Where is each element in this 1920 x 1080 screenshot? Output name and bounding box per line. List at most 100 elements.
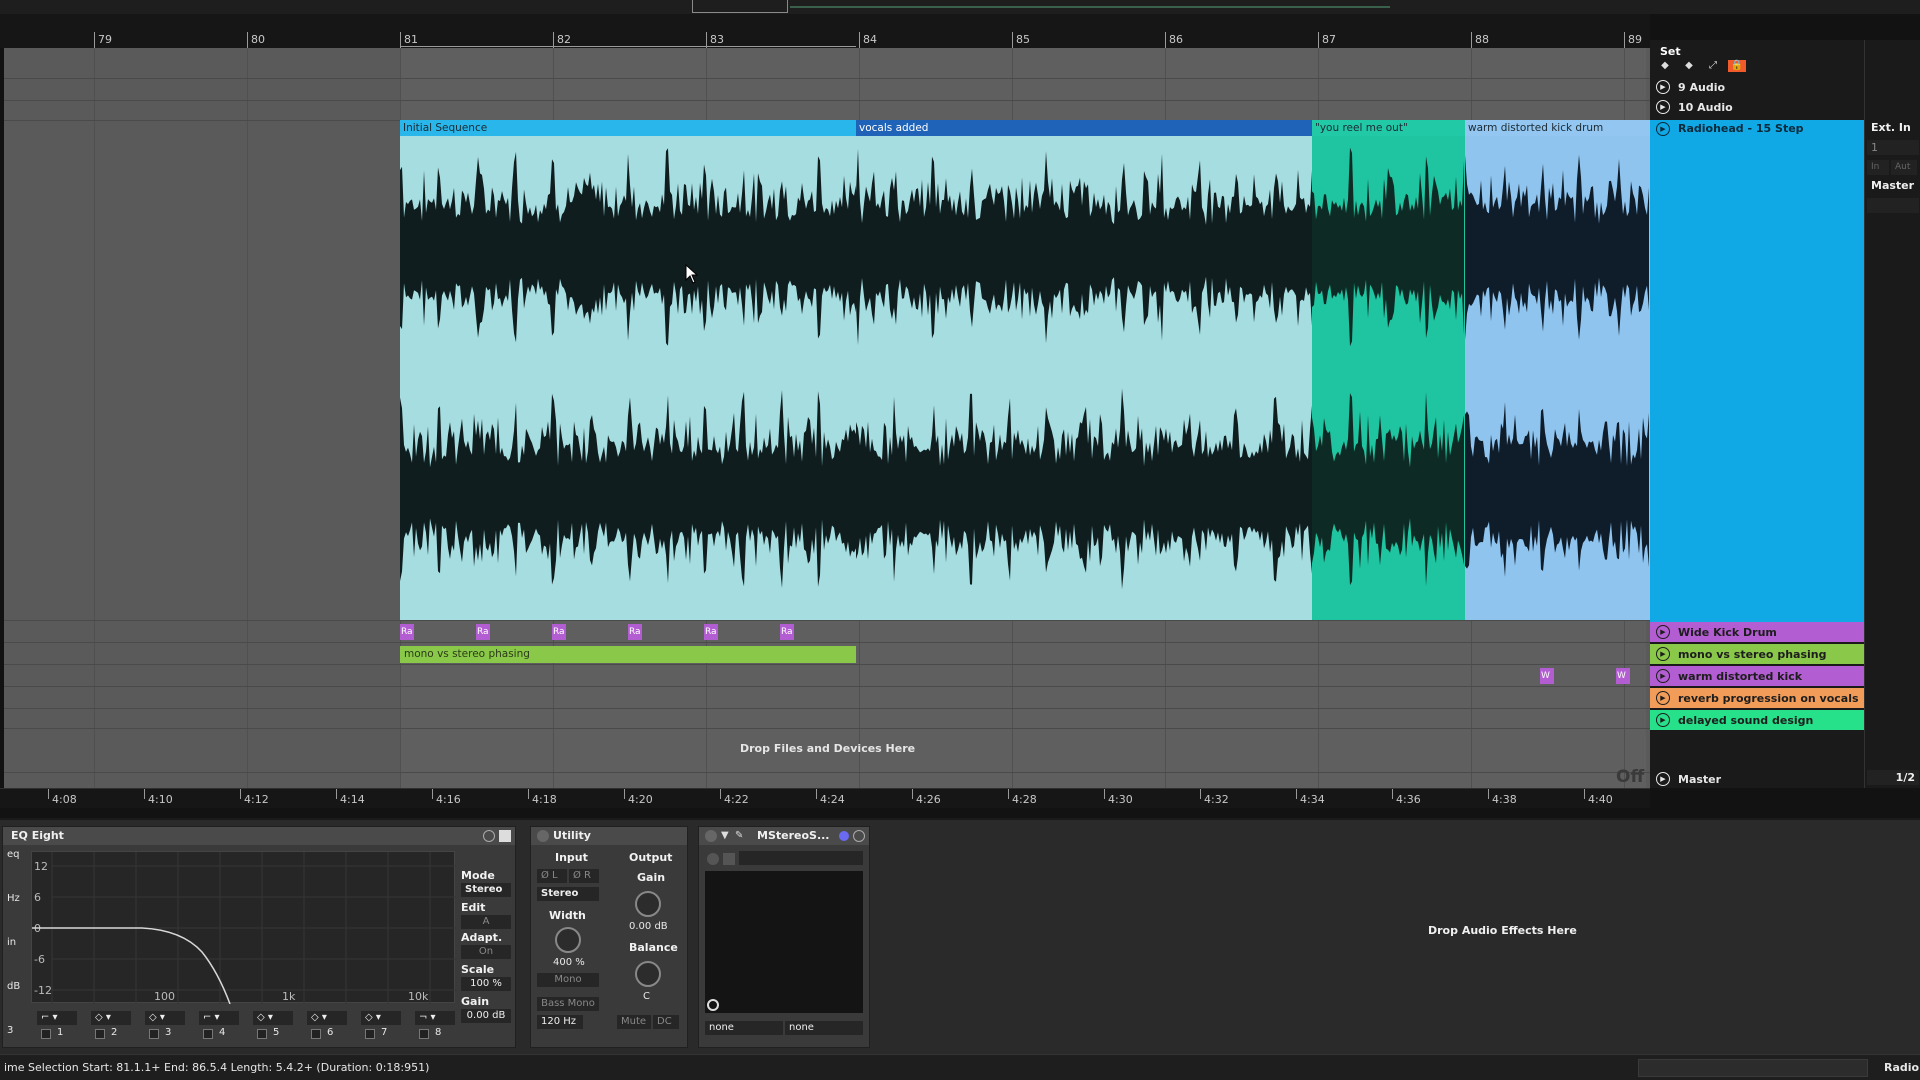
track-header[interactable]: ▶ warm distorted kick <box>1650 666 1864 686</box>
mute-button[interactable]: Mute <box>617 1015 651 1029</box>
bass-mono-freq[interactable]: 120 Hz <box>537 1015 583 1029</box>
hot-swap-icon[interactable] <box>483 830 495 842</box>
eq-band-type-select[interactable]: ◇ ▾ <box>253 1011 293 1025</box>
adapt-q-toggle[interactable]: On <box>461 945 511 959</box>
play-icon[interactable]: ▶ <box>1656 80 1670 94</box>
output-channel[interactable] <box>1867 198 1919 213</box>
play-icon[interactable]: ▶ <box>1656 669 1670 683</box>
expand-icon[interactable]: ⤢ <box>1704 60 1722 72</box>
phase-left-button[interactable]: Ø L <box>537 869 567 883</box>
warm-kick-clip[interactable]: W <box>1540 668 1554 684</box>
play-icon[interactable]: ▶ <box>1656 713 1670 727</box>
track-header[interactable]: ▶ reverb progression on vocals <box>1650 688 1864 708</box>
play-icon[interactable]: ▶ <box>1656 691 1670 705</box>
audio-clip[interactable]: Initial Sequence <box>400 120 856 620</box>
plugin-edit-icon[interactable] <box>723 853 735 865</box>
wide-kick-clip[interactable]: Ra <box>476 624 490 640</box>
audio-clip[interactable]: "you reel me out" <box>1312 120 1465 620</box>
track-header[interactable]: ▶ Wide Kick Drum <box>1650 622 1864 642</box>
play-icon[interactable]: ▶ <box>1656 772 1670 786</box>
phase-right-button[interactable]: Ø R <box>569 869 599 883</box>
eq-band-enable-checkbox[interactable] <box>365 1029 375 1039</box>
mstereo-select-1[interactable]: none <box>705 1021 783 1035</box>
track-header[interactable]: ▶ Radiohead - 15 Step <box>1650 120 1864 640</box>
eq-band-enable-checkbox[interactable] <box>149 1029 159 1039</box>
mono-stereo-clip[interactable]: mono vs stereo phasing <box>400 646 856 663</box>
audio-clip[interactable]: vocals added <box>856 120 1312 620</box>
wide-kick-clip[interactable]: Ra <box>780 624 794 640</box>
input-channel[interactable]: 1 <box>1867 140 1919 155</box>
clip-name[interactable]: "you reel me out" <box>1312 120 1465 136</box>
channel-mode-select[interactable]: Stereo <box>537 887 599 901</box>
eq-band-enable-checkbox[interactable] <box>257 1029 267 1039</box>
eq-band-type-select[interactable]: ◇ ▾ <box>145 1011 185 1025</box>
track-header[interactable]: ▶ 9 Audio <box>1650 78 1864 96</box>
play-icon[interactable]: ▶ <box>1656 100 1670 114</box>
eq-band-enable-checkbox[interactable] <box>203 1029 213 1039</box>
track-header[interactable]: ▶ delayed sound design <box>1650 710 1864 730</box>
play-icon[interactable]: ▶ <box>1656 122 1670 136</box>
edit-select[interactable]: A <box>461 915 511 929</box>
clip-name[interactable]: vocals added <box>856 120 1312 136</box>
scale-value[interactable]: 100 % <box>461 977 511 991</box>
master-ratio[interactable]: 1/2 <box>1867 770 1919 785</box>
eq-band-enable-checkbox[interactable] <box>41 1029 51 1039</box>
eq-band-enable-checkbox[interactable] <box>419 1029 429 1039</box>
plugin-param-bar[interactable] <box>739 851 863 865</box>
beat-ruler[interactable]: 79 80 81 82 83 84 85 86 87 88 89 <box>0 14 1650 48</box>
track-header[interactable]: ▶ mono vs stereo phasing <box>1650 644 1864 664</box>
play-icon[interactable]: ▶ <box>1656 647 1670 661</box>
fold-icon[interactable]: ◆ <box>1656 60 1674 72</box>
dc-button[interactable]: DC <box>653 1015 679 1029</box>
device-power-icon[interactable] <box>537 830 549 842</box>
plugin-corner-knob[interactable] <box>707 999 719 1011</box>
status-field[interactable] <box>1638 1059 1868 1077</box>
lock-icon[interactable]: 🔒 <box>1728 60 1746 72</box>
eq-band-type-select[interactable]: ◇ ▾ <box>307 1011 347 1025</box>
track-header[interactable]: ▶ Master <box>1650 770 1864 788</box>
time-ruler[interactable]: 4:08 4:10 4:12 4:14 4:16 4:18 4:20 4:22 4:24 4:26… <box>0 788 1650 808</box>
wide-kick-clip[interactable]: Ra <box>704 624 718 640</box>
eq-band-type-select[interactable]: ⌐ ▾ <box>37 1011 77 1025</box>
wrench-icon[interactable]: ✎ <box>735 830 743 841</box>
eq-band-type-select[interactable]: ◇ ▾ <box>91 1011 131 1025</box>
eq-band-enable-checkbox[interactable] <box>95 1029 105 1039</box>
width-value[interactable]: 400 % <box>553 957 585 968</box>
mode-select[interactable]: Stereo <box>461 883 511 897</box>
eq-band-enable-checkbox[interactable] <box>311 1029 321 1039</box>
bass-mono-button[interactable]: Bass Mono <box>537 997 599 1011</box>
fold-device-icon[interactable]: ▼ <box>721 830 729 841</box>
mstereo-select-2[interactable]: none <box>785 1021 863 1035</box>
wide-kick-clip[interactable]: Ra <box>628 624 642 640</box>
monitor-auto-button[interactable]: Aut <box>1891 160 1917 175</box>
overview-window[interactable] <box>692 0 788 13</box>
eq-graph[interactable]: 12 6 0 -6 -12 100 1k 10k <box>31 851 456 1005</box>
clip-name[interactable]: Initial Sequence <box>400 120 856 136</box>
mstereo-power-icon[interactable] <box>705 830 717 842</box>
clip-name[interactable]: warm distorted kick drum <box>1465 120 1650 136</box>
utility-gain-value[interactable]: 0.00 dB <box>629 921 668 932</box>
track-header[interactable]: ▶ 10 Audio <box>1650 98 1864 116</box>
eq-band-type-select[interactable]: ¬ ▾ <box>415 1011 455 1025</box>
gain-value[interactable]: 0.00 dB <box>461 1009 511 1023</box>
overview-strip[interactable] <box>0 0 1920 14</box>
eq-band-type-select[interactable]: ◇ ▾ <box>361 1011 401 1025</box>
eq-band-type-select[interactable]: ⌐ ▾ <box>199 1011 239 1025</box>
input-type[interactable]: Ext. In <box>1867 120 1919 135</box>
width-knob[interactable] <box>555 927 581 953</box>
plugin-power-icon[interactable] <box>707 853 719 865</box>
save-preset-icon[interactable] <box>499 830 511 842</box>
audio-clip[interactable]: warm distorted kick drum <box>1465 120 1650 620</box>
balance-knob[interactable] <box>635 961 661 987</box>
output-type[interactable]: Master <box>1867 178 1919 193</box>
wide-kick-clip[interactable]: Ra <box>552 624 566 640</box>
balance-value[interactable]: C <box>643 991 650 1002</box>
monitor-in-button[interactable]: In <box>1867 160 1889 175</box>
unfold-icon[interactable]: ◆ <box>1680 60 1698 72</box>
mono-button[interactable]: Mono <box>537 973 599 987</box>
warm-kick-clip[interactable]: W <box>1616 668 1630 684</box>
gain-knob[interactable] <box>635 891 661 917</box>
play-icon[interactable]: ▶ <box>1656 625 1670 639</box>
wide-kick-clip[interactable]: Ra <box>400 624 414 640</box>
mstereo-hotswap-icon[interactable] <box>853 830 865 842</box>
